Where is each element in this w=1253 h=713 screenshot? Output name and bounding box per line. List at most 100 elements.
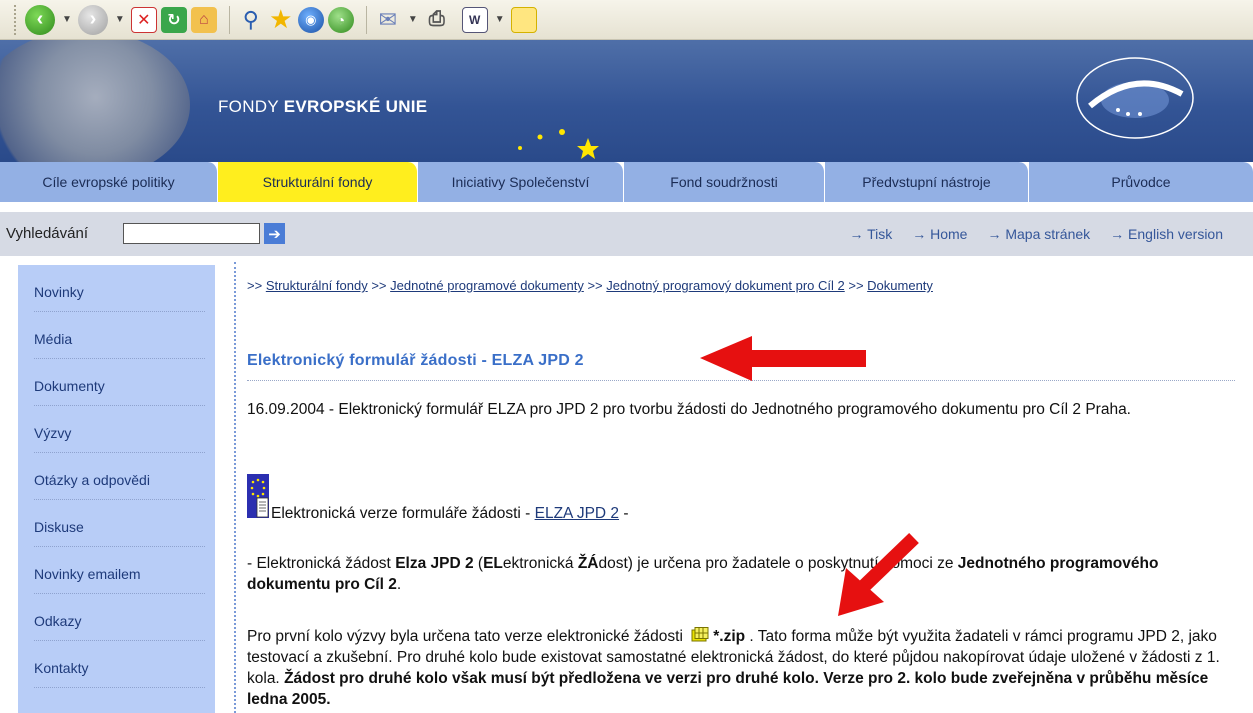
para-bold-notice: Žádost pro druhé kolo však musí být před…: [247, 670, 1209, 708]
sidebar-item-label: Kontakty: [34, 660, 89, 676]
sidebar-item-novinky[interactable]: Novinky: [18, 265, 215, 312]
stop-icon: ✕: [130, 6, 157, 33]
tab-label: Strukturální fondy: [262, 174, 373, 190]
search-submit-button[interactable]: ➔: [264, 223, 285, 244]
home-link[interactable]: → Home: [912, 226, 967, 242]
tab-predvstupni-nastroje[interactable]: Předvstupní nástroje: [825, 162, 1029, 202]
sidebar-item-otazky[interactable]: Otázky a odpovědi: [18, 453, 215, 500]
eu-stars-icon: [518, 129, 599, 159]
search-label: Vyhledávání: [6, 225, 89, 242]
search-button[interactable]: ⚲: [238, 4, 264, 36]
ministry-logo[interactable]: [1060, 48, 1210, 148]
elza-jpd2-link[interactable]: ELZA JPD 2: [535, 505, 619, 522]
sidebar-item-kontakty[interactable]: Kontakty: [18, 641, 215, 688]
red-arrow-annotation: [838, 532, 919, 616]
description-paragraph: - Elektronická žádost Elza JPD 2 (ELektr…: [247, 553, 1232, 595]
forward-button[interactable]: ›: [77, 4, 108, 36]
mail-dropdown-icon[interactable]: ▼: [408, 14, 418, 25]
breadcrumb: >> Strukturální fondy >> Jednotné progra…: [247, 276, 937, 295]
breadcrumb-jpd-cil2[interactable]: Jednotný programový dokument pro Cíl 2: [606, 278, 844, 293]
edit-dropdown-icon[interactable]: ▼: [495, 14, 505, 25]
word-icon: W: [461, 6, 488, 33]
tab-label: Průvodce: [1111, 174, 1171, 190]
site-logo-text[interactable]: FONDY EVROPSKÉ UNIE: [218, 97, 427, 117]
red-arrow-annotation: [700, 336, 866, 381]
english-version-link[interactable]: → English version: [1110, 226, 1223, 242]
sidebar-item-label: Dokumenty: [34, 378, 105, 394]
search-input[interactable]: [123, 223, 260, 244]
home-button[interactable]: ⌂: [190, 4, 217, 36]
version-suffix: -: [619, 505, 629, 522]
back-arrow-icon: ‹: [25, 4, 55, 35]
main-navigation-tabs: Cíle evropské politiky Strukturální fond…: [0, 162, 1253, 202]
para-start: Pro první kolo výzvy byla určena tato ve…: [247, 628, 688, 645]
sidebar-item-label: Otázky a odpovědi: [34, 472, 150, 488]
note-button[interactable]: [510, 4, 537, 36]
sitemap-link[interactable]: → Mapa stránek: [987, 226, 1090, 242]
mail-button[interactable]: ✉: [375, 4, 401, 36]
content-divider: [234, 262, 236, 713]
forward-dropdown-icon[interactable]: ▼: [115, 14, 125, 25]
breadcrumb-separator: >>: [247, 278, 263, 293]
eu-document-icon[interactable]: [247, 474, 269, 518]
breadcrumb-separator: >>: [587, 278, 603, 293]
sidebar-item-novinky-emailem[interactable]: Novinky emailem: [18, 547, 215, 594]
tab-label: Cíle evropské politiky: [42, 174, 175, 190]
desc-bold-el: EL: [483, 555, 503, 572]
sidebar-menu: Novinky Média Dokumenty Výzvy Otázky a o…: [18, 265, 215, 713]
toolbar-separator: [228, 5, 230, 34]
sidebar-item-label: Výzvy: [34, 425, 72, 441]
arrow-right-icon: ➔: [268, 225, 281, 243]
sidebar-item-label: Odkazy: [34, 613, 82, 629]
brand-prefix: FONDY: [218, 97, 279, 116]
tab-label: Fond soudržnosti: [670, 174, 778, 190]
sidebar-item-label: Novinky: [34, 284, 84, 300]
note-icon: [510, 6, 537, 33]
browser-toolbar: ‹ ▼ › ▼ ✕ ↻ ⌂ ⚲ ★ ◉ ◔ ✉ ▼ ⎙ W ▼: [0, 0, 1253, 40]
search-bar: Vyhledávání ➔ → Tisk → Home → Mapa strán…: [0, 212, 1253, 256]
edit-button[interactable]: W: [454, 4, 488, 36]
breadcrumb-dokumenty[interactable]: Dokumenty: [867, 278, 933, 293]
star-icon: ★: [269, 4, 293, 34]
main-content: >> Strukturální fondy >> Jednotné progra…: [247, 276, 1237, 708]
sidebar-item-dokumenty[interactable]: Dokumenty: [18, 359, 215, 406]
intro-text: 16.09.2004 - Elektronický formulář ELZA …: [247, 401, 1131, 418]
forward-arrow-icon: ›: [77, 4, 108, 35]
toolbar-grip[interactable]: [14, 4, 17, 35]
sidebar-item-media[interactable]: Média: [18, 312, 215, 359]
tab-fond-soudrznosti[interactable]: Fond soudržnosti: [624, 162, 825, 202]
print-link[interactable]: → Tisk: [849, 226, 892, 242]
tab-cile-evropske-politiky[interactable]: Cíle evropské politiky: [0, 162, 218, 202]
sidebar-item-vyzvy[interactable]: Výzvy: [18, 406, 215, 453]
zip-archive-icon[interactable]: [691, 627, 709, 642]
tab-label: Iniciativy Společenství: [451, 174, 590, 190]
back-dropdown-icon[interactable]: ▼: [62, 14, 72, 25]
sidebar-item-diskuse[interactable]: Diskuse: [18, 500, 215, 547]
history-button[interactable]: ◔: [327, 4, 354, 36]
tab-pruvodce[interactable]: Průvodce: [1029, 162, 1253, 202]
breadcrumb-strukturalni-fondy[interactable]: Strukturální fondy: [266, 278, 368, 293]
sidebar-item-odkazy[interactable]: Odkazy: [18, 594, 215, 641]
printer-icon: ⎙: [428, 8, 445, 30]
desc-bold-za: ŽÁ: [577, 555, 599, 572]
print-button[interactable]: ⎙: [424, 4, 450, 36]
refresh-button[interactable]: ↻: [160, 4, 187, 36]
toolbar-separator: [365, 5, 367, 34]
breadcrumb-separator: >>: [371, 278, 387, 293]
zip-link[interactable]: *.zip: [713, 628, 745, 645]
breadcrumb-jednotne-dokumenty[interactable]: Jednotné programové dokumenty: [390, 278, 584, 293]
magnifier-icon: ⚲: [242, 6, 259, 32]
desc-paren: (: [473, 555, 484, 572]
tab-iniciativy-spolecenstvi[interactable]: Iniciativy Společenství: [418, 162, 624, 202]
sidebar-item-label: Diskuse: [34, 519, 84, 535]
tab-strukturalni-fondy[interactable]: Strukturální fondy: [218, 162, 418, 202]
favorites-button[interactable]: ★: [268, 4, 294, 36]
back-button[interactable]: ‹: [25, 4, 55, 36]
stop-button[interactable]: ✕: [130, 4, 157, 36]
history-icon: ◔: [327, 6, 354, 33]
sidebar-item-label: Média: [34, 331, 73, 347]
media-button[interactable]: ◉: [297, 4, 324, 36]
desc-bold-name: Elza JPD 2: [395, 555, 474, 572]
breadcrumb-separator: >>: [848, 278, 864, 293]
globe-icon: ◉: [297, 6, 324, 33]
